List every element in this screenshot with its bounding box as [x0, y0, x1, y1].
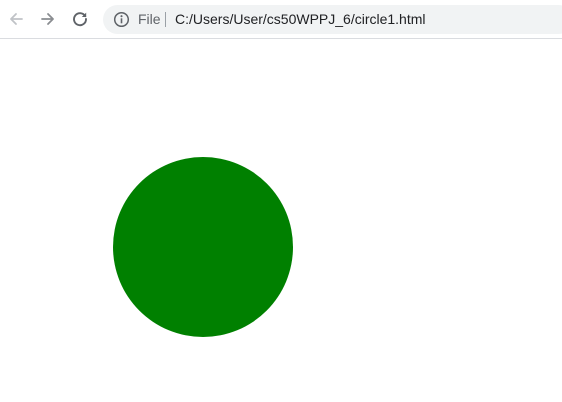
- forward-button[interactable]: [35, 6, 61, 32]
- reload-icon: [73, 12, 87, 27]
- browser-toolbar: File C:/Users/User/cs50WPPJ_6/circle1.ht…: [0, 0, 562, 39]
- arrow-left-icon: [10, 13, 23, 25]
- back-button[interactable]: [3, 6, 29, 32]
- address-bar[interactable]: File C:/Users/User/cs50WPPJ_6/circle1.ht…: [103, 5, 562, 34]
- address-separator: [165, 12, 166, 27]
- reload-button[interactable]: [67, 6, 93, 32]
- scheme-label: File: [138, 11, 161, 27]
- url-text[interactable]: C:/Users/User/cs50WPPJ_6/circle1.html: [175, 5, 426, 34]
- info-icon[interactable]: [113, 11, 130, 28]
- page-content: [0, 39, 562, 402]
- green-circle: [113, 157, 293, 337]
- arrow-right-icon: [41, 13, 54, 25]
